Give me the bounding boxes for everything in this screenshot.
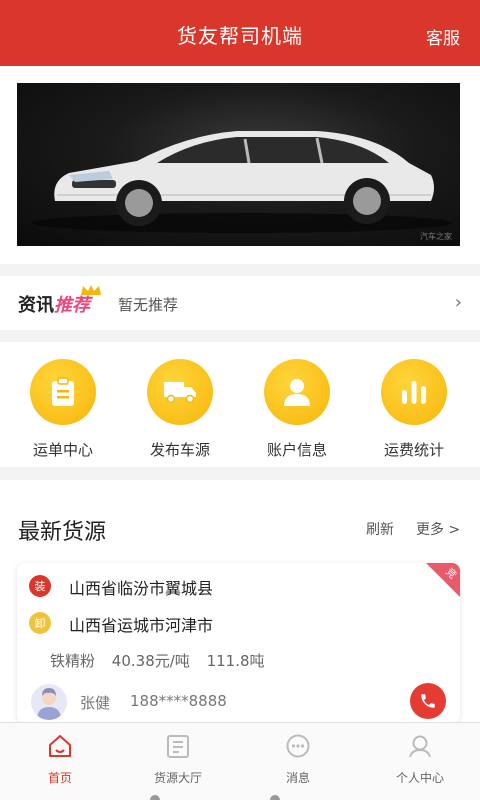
tab-label: 首页 [47,771,72,785]
crown-icon [81,285,101,295]
system-nav-dots [150,795,280,800]
user-icon [284,379,310,406]
goods-weight: 111.8吨 [206,652,265,670]
bar-chart-icon [402,381,426,404]
contact-name: 张健 [80,694,111,712]
bottom-tab-bar: 首页 货源大厅 消息 个人中心 [0,722,480,800]
menu-label: 运费统计 [383,441,444,459]
news-label-main: 资讯 [18,295,54,316]
home-icon [49,735,71,757]
menu-item-publish-vehicle[interactable]: 发布车源 [121,359,239,460]
latest-goods-section: 最新货源 刷新 更多 > 竞 装 山西省临汾市翼城县 卸 山西省运城市河津市 铁… [0,480,480,723]
news-empty-text: 暂无推荐 [118,296,179,314]
contact-phone: 188****8888 [130,692,227,710]
section-heading: 最新货源 [18,520,107,545]
tab-label: 货源大厅 [153,771,202,785]
menu-label: 账户信息 [266,441,327,459]
menu-item-account-info[interactable]: 账户信息 [238,359,356,460]
goods-info: 铁精粉 40.38元/吨 111.8吨 [50,650,277,671]
phone-icon [421,694,435,708]
menu-item-freight-stats[interactable]: 运费统计 [355,359,473,460]
app-header: 货友帮司机端 客服 [0,0,480,66]
document-icon [167,735,189,758]
unload-badge: 卸 [29,612,51,634]
tab-goods-hall[interactable]: 货源大厅 [118,731,238,786]
goods-price: 40.38元/吨 [111,652,190,670]
call-button[interactable] [410,683,446,719]
avatar [31,684,67,720]
person-icon [409,735,431,758]
car-image [32,131,452,233]
chat-icon [286,734,310,758]
menu-item-waybill-center[interactable]: 运单中心 [4,359,122,460]
tab-label: 消息 [285,771,310,785]
menu-label: 发布车源 [149,441,210,459]
customer-service-button[interactable]: 客服 [426,24,460,49]
tab-messages[interactable]: 消息 [238,731,358,786]
refresh-button[interactable]: 刷新 [366,519,394,539]
tab-label: 个人中心 [395,771,444,785]
load-badge: 装 [29,575,51,597]
goods-name: 铁精粉 [50,652,96,670]
banner-image[interactable]: 汽车之家 [17,83,460,246]
page-title: 货友帮司机端 [177,24,303,48]
clipboard-icon [52,377,74,406]
banner-watermark: 汽车之家 [420,232,452,241]
banner-section: 汽车之家 [0,66,480,264]
news-label-highlight: 推荐 [54,295,90,316]
menu-label: 运单中心 [32,441,93,459]
tab-home[interactable]: 首页 [0,731,120,786]
truck-icon [164,382,196,404]
unload-address: 山西省运城市河津市 [69,616,214,635]
goods-card[interactable]: 竞 装 山西省临汾市翼城县 卸 山西省运城市河津市 铁精粉 40.38元/吨 1… [17,563,460,723]
tab-profile[interactable]: 个人中心 [360,731,480,786]
chevron-right-icon[interactable]: › [455,292,462,313]
news-recommend-bar[interactable]: 资讯推荐 暂无推荐 › [0,276,480,330]
load-address: 山西省临汾市翼城县 [69,579,214,598]
more-button[interactable]: 更多 > [416,519,460,539]
quick-menu: 运单中心 发布车源 账户信息 运费统计 [0,342,480,467]
